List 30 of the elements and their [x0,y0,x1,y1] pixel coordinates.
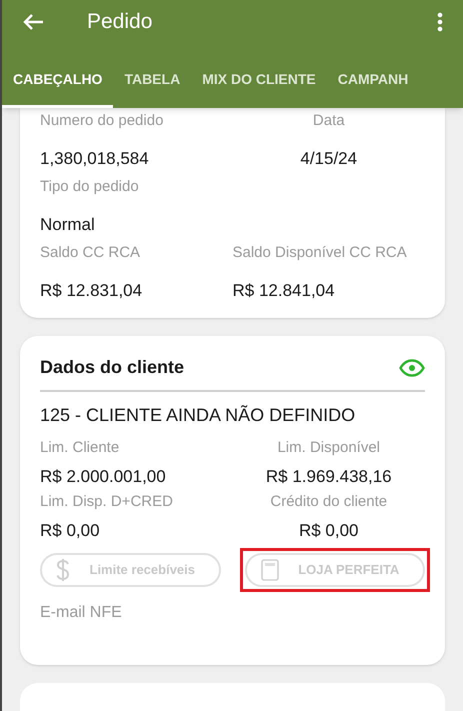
field-value: 1,380,018,584 [40,148,149,170]
field-label: E-mail NFE [40,603,123,623]
field-label: Numero do pedido [40,112,164,131]
card-title: Dados do cliente [40,356,184,379]
field-label: Lim. Cliente [40,438,120,458]
back-arrow-icon[interactable] [22,13,44,31]
field-label: Data [312,112,345,131]
field-value: R$ 1.969.438,16 [266,466,392,488]
field-value: 4/15/24 [300,148,358,170]
eye-icon[interactable] [399,358,425,376]
screen-title: Pedido [87,9,152,36]
field-label: Tipo do pedido [40,178,139,197]
field-label: Saldo Disponível CC RCA [232,244,407,263]
tab[interactable]: MIX DO CLIENTE [191,64,327,108]
more-menu-icon[interactable] [437,12,443,32]
field-label: Lim. Disponível [277,438,380,458]
field-value: Normal [40,214,95,236]
field-label: Lim. Disp. D+CRED [40,492,173,512]
tab[interactable]: CAMPANH [326,64,420,108]
client-name: 125 - CLIENTE AINDA NÃO DEFINIDO [40,404,356,427]
tab[interactable]: TABELA [113,64,192,108]
dollar-icon [56,558,70,582]
field-value: R$ 2.000.001,00 [40,466,166,488]
field-value: R$ 12.841,04 [232,280,335,302]
field-label: Saldo CC RCA [40,244,140,263]
field-value: R$ 0,00 [298,520,359,542]
book-icon [260,559,278,581]
field-label: Crédito do cliente [270,492,388,512]
field-value: R$ 0,00 [40,520,100,542]
field-value: R$ 12.831,04 [40,280,142,302]
